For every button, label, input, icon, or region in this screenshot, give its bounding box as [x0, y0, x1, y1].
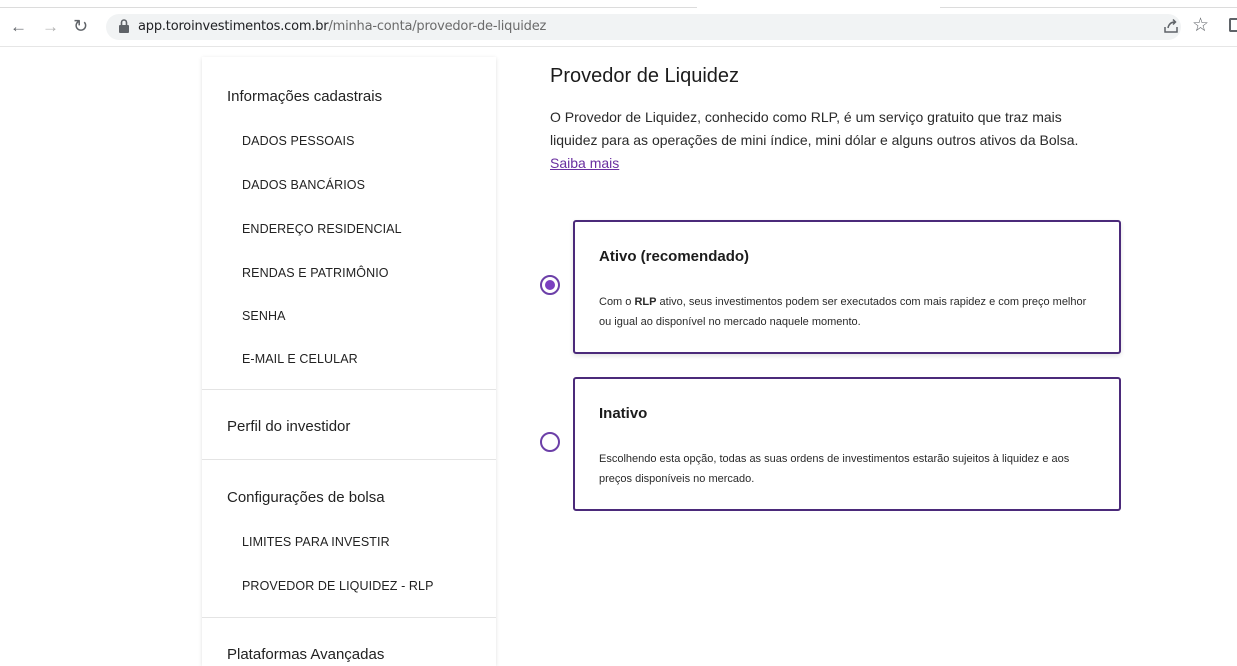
sidebar-item-email-celular[interactable]: E-MAIL E CELULAR [242, 352, 358, 366]
sidebar-item-endereco[interactable]: ENDEREÇO RESIDENCIAL [242, 222, 402, 236]
divider [202, 617, 496, 618]
sidebar-item-provedor-liquidez[interactable]: PROVEDOR DE LIQUIDEZ - RLP [242, 579, 434, 593]
sidebar-item-dados-pessoais[interactable]: DADOS PESSOAIS [242, 134, 355, 148]
divider [202, 389, 496, 390]
url-text[interactable]: app.toroinvestimentos.com.br/minha-conta… [138, 19, 546, 34]
sidebar-item-plataformas-avancadas[interactable]: Plataformas Avançadas [227, 646, 384, 663]
radio-ativo[interactable] [540, 275, 560, 295]
reload-icon[interactable]: ↻ [73, 17, 88, 35]
radio-inativo[interactable] [540, 432, 560, 452]
desc-bold: RLP [634, 296, 657, 308]
sidebar-item-limites[interactable]: LIMITES PARA INVESTIR [242, 535, 390, 549]
bookmark-star-icon[interactable]: ☆ [1192, 14, 1209, 37]
divider [202, 459, 496, 460]
url-path: /minha-conta/provedor-de-liquidez [328, 19, 547, 34]
option-description: Escolhendo esta opção, todas as suas ord… [599, 453, 1070, 485]
option-card-ativo[interactable]: Ativo (recomendado) Com o RLP ativo, seu… [573, 220, 1121, 354]
tab-separator [0, 7, 697, 8]
option-title: Inativo [599, 405, 648, 422]
radio-selected-dot [545, 280, 555, 290]
option-title: Ativo (recomendado) [599, 248, 750, 265]
page-title: Provedor de Liquidez [550, 65, 740, 87]
sidebar-item-dados-bancarios[interactable]: DADOS BANCÁRIOS [242, 178, 365, 192]
side-panel-icon[interactable] [1229, 18, 1237, 32]
sidebar-item-perfil-investidor[interactable]: Perfil do investidor [227, 418, 350, 435]
option-description: Com o RLP ativo, seus investimentos pode… [599, 292, 1099, 332]
sidebar-item-rendas[interactable]: RENDAS E PATRIMÔNIO [242, 266, 389, 280]
lock-icon[interactable] [118, 18, 130, 34]
option-card-inativo[interactable]: Inativo Escolhendo esta opção, todas as … [573, 377, 1121, 511]
desc-prefix: Com o [599, 296, 635, 308]
browser-tabstrip [0, 0, 1237, 10]
account-sidebar: Informações cadastrais DADOS PESSOAIS DA… [202, 57, 496, 666]
sidebar-item-senha[interactable]: SENHA [242, 309, 286, 323]
tab-separator [940, 7, 1237, 8]
forward-arrow-icon[interactable]: → [42, 18, 59, 35]
sidebar-section-title[interactable]: Informações cadastrais [227, 88, 382, 105]
back-arrow-icon[interactable]: ← [10, 18, 27, 35]
sidebar-section-title[interactable]: Configurações de bolsa [227, 489, 385, 506]
saiba-mais-link[interactable]: Saiba mais [550, 155, 619, 171]
description-text: O Provedor de Liquidez, conhecido como R… [550, 109, 1079, 148]
desc-suffix: ativo, seus investimentos podem ser exec… [599, 296, 1087, 328]
page-description: O Provedor de Liquidez, conhecido como R… [550, 106, 1110, 175]
share-icon[interactable] [1163, 18, 1179, 34]
url-domain: app.toroinvestimentos.com.br [138, 19, 329, 34]
